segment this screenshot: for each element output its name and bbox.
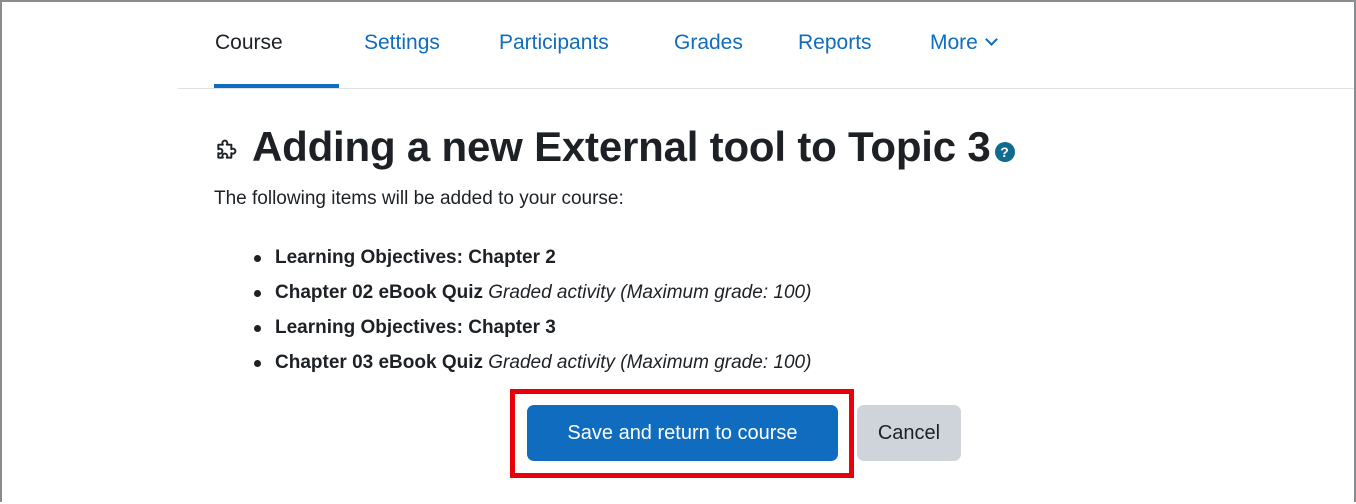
- puzzle-icon: [217, 139, 237, 159]
- list-item: Learning Objectives: Chapter 3: [253, 315, 811, 350]
- list-item: Chapter 03 eBook Quiz Graded activity (M…: [253, 350, 812, 385]
- help-icon[interactable]: ?: [994, 142, 1015, 162]
- tab-more[interactable]: More: [930, 30, 998, 56]
- cancel-button[interactable]: Cancel: [857, 405, 961, 461]
- item-name: Chapter 02 eBook Quiz: [275, 282, 483, 303]
- items-list: Learning Objectives: Chapter 2 Chapter 0…: [253, 245, 812, 385]
- tab-reports[interactable]: Reports: [798, 30, 872, 56]
- item-note: Graded activity (Maximum grade: 100): [488, 282, 812, 303]
- item-note: Graded activity (Maximum grade: 100): [488, 352, 812, 373]
- page-title-text: Adding a new External tool to Topic 3: [252, 123, 991, 170]
- chevron-down-icon: [984, 33, 998, 46]
- tab-settings[interactable]: Settings: [364, 30, 440, 56]
- secondary-navigation: Course Settings Participants Grades Repo…: [178, 0, 1354, 89]
- list-item: Chapter 02 eBook Quiz Graded activity (M…: [253, 280, 812, 315]
- tab-participants[interactable]: Participants: [499, 30, 609, 56]
- tab-course[interactable]: Course: [215, 30, 283, 56]
- tab-more-label: More: [930, 31, 978, 54]
- item-name: Learning Objectives: Chapter 3: [275, 317, 556, 338]
- save-and-return-button[interactable]: Save and return to course: [527, 405, 838, 461]
- list-item: Learning Objectives: Chapter 2: [253, 245, 811, 280]
- page-title: Adding a new External tool to Topic 3 ?: [214, 121, 1015, 173]
- item-name: Chapter 03 eBook Quiz: [275, 352, 483, 373]
- item-name: Learning Objectives: Chapter 2: [275, 247, 556, 268]
- tab-grades[interactable]: Grades: [674, 30, 743, 56]
- intro-text: The following items will be added to you…: [214, 188, 624, 209]
- active-tab-indicator: [214, 84, 339, 88]
